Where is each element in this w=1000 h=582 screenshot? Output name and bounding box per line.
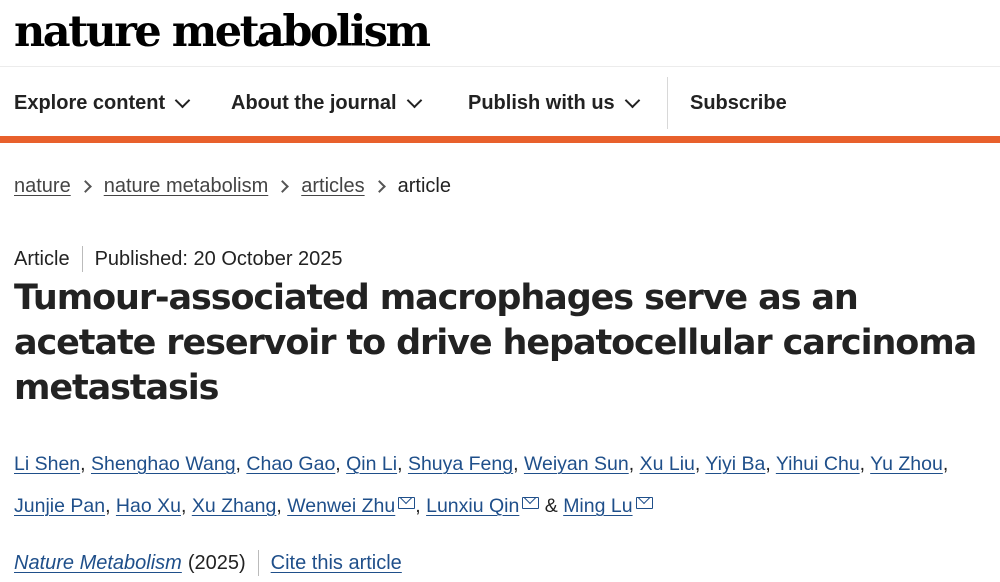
author-link[interactable]: Chao Gao xyxy=(246,453,335,475)
nav-divider xyxy=(667,77,668,129)
author-separator: , xyxy=(235,453,241,475)
author-link[interactable]: Junjie Pan xyxy=(14,495,105,517)
author-link[interactable]: Yu Zhou xyxy=(870,453,943,475)
nav-subscribe-label: Subscribe xyxy=(690,92,787,114)
author-separator: , xyxy=(276,495,282,517)
author-link[interactable]: Xu Liu xyxy=(640,453,695,475)
author-link[interactable]: Shenghao Wang xyxy=(91,453,236,475)
chevron-down-icon xyxy=(624,92,640,108)
journal-link[interactable]: Nature Metabolism xyxy=(14,548,182,578)
mail-icon[interactable] xyxy=(635,497,653,509)
meta-divider xyxy=(81,246,83,272)
chevron-down-icon xyxy=(174,92,191,108)
author-separator: , xyxy=(80,453,86,475)
nav-explore-content[interactable]: Explore content xyxy=(14,87,191,119)
author-link[interactable]: Ming Lu xyxy=(563,495,632,517)
citation-line: Nature Metabolism (2025) Cite this artic… xyxy=(14,548,402,578)
chevron-right-icon xyxy=(276,179,290,193)
author-separator: , xyxy=(335,453,341,475)
breadcrumb-link-nature-metabolism[interactable]: nature metabolism xyxy=(104,172,269,200)
author-ampersand: & xyxy=(544,495,558,517)
author-separator: , xyxy=(397,453,403,475)
citation-divider xyxy=(257,550,259,576)
nav-publish-with-us[interactable]: Publish with us xyxy=(468,87,640,119)
chevron-right-icon xyxy=(372,179,386,193)
author-link[interactable]: Qin Li xyxy=(346,453,397,475)
mail-icon[interactable] xyxy=(398,497,416,509)
publication-date: Published: 20 October 2025 xyxy=(94,248,343,270)
author-separator: , xyxy=(513,453,519,475)
article-title: Tumour-associated macrophages serve as a… xyxy=(14,278,977,408)
nav-about-the-journal-label: About the journal xyxy=(231,92,397,114)
nav-explore-content-label: Explore content xyxy=(14,92,166,114)
nav-publish-with-us-label: Publish with us xyxy=(468,92,615,114)
chevron-right-icon xyxy=(78,179,92,193)
nav-about-the-journal[interactable]: About the journal xyxy=(231,87,422,119)
breadcrumb-link-nature[interactable]: nature xyxy=(14,172,71,200)
journal-logo[interactable]: nature metabolism xyxy=(14,4,431,60)
header-accent-bar xyxy=(0,136,1000,143)
breadcrumb-current: article xyxy=(397,175,451,197)
nav-subscribe[interactable]: Subscribe xyxy=(690,87,787,119)
author-list: Li Shen, Shenghao Wang, Chao Gao, Qin Li… xyxy=(14,443,1000,527)
author-link[interactable]: Xu Zhang xyxy=(192,495,277,517)
mail-icon[interactable] xyxy=(522,497,540,509)
author-separator: , xyxy=(628,453,635,475)
author-link[interactable]: Li Shen xyxy=(14,453,80,475)
author-separator: , xyxy=(180,495,187,517)
author-link[interactable]: Shuya Feng xyxy=(408,453,513,475)
author-separator: , xyxy=(765,453,771,475)
author-separator: , xyxy=(859,453,866,475)
author-separator: , xyxy=(105,495,111,517)
author-link[interactable]: Hao Xu xyxy=(116,495,181,517)
breadcrumb-link-articles[interactable]: articles xyxy=(301,172,364,200)
chevron-down-icon xyxy=(406,92,422,108)
author-link[interactable]: Lunxiu Qin xyxy=(426,495,519,517)
author-link[interactable]: Weiyan Sun xyxy=(524,453,629,475)
author-link[interactable]: Wenwei Zhu xyxy=(287,495,395,517)
author-link[interactable]: Yihui Chu xyxy=(776,453,860,475)
author-separator: , xyxy=(415,495,421,517)
cite-this-article-link[interactable]: Cite this article xyxy=(271,548,402,578)
article-meta: Article Published: 20 October 2025 xyxy=(14,244,343,274)
author-separator: , xyxy=(694,453,701,475)
main-nav: Explore content About the journal Publis… xyxy=(0,66,1000,139)
author-link[interactable]: Yiyi Ba xyxy=(705,453,765,475)
article-type: Article xyxy=(14,248,70,270)
publication-year: (2025) xyxy=(187,552,246,574)
author-separator: , xyxy=(942,453,949,475)
breadcrumb: nature nature metabolism articles articl… xyxy=(14,172,451,200)
